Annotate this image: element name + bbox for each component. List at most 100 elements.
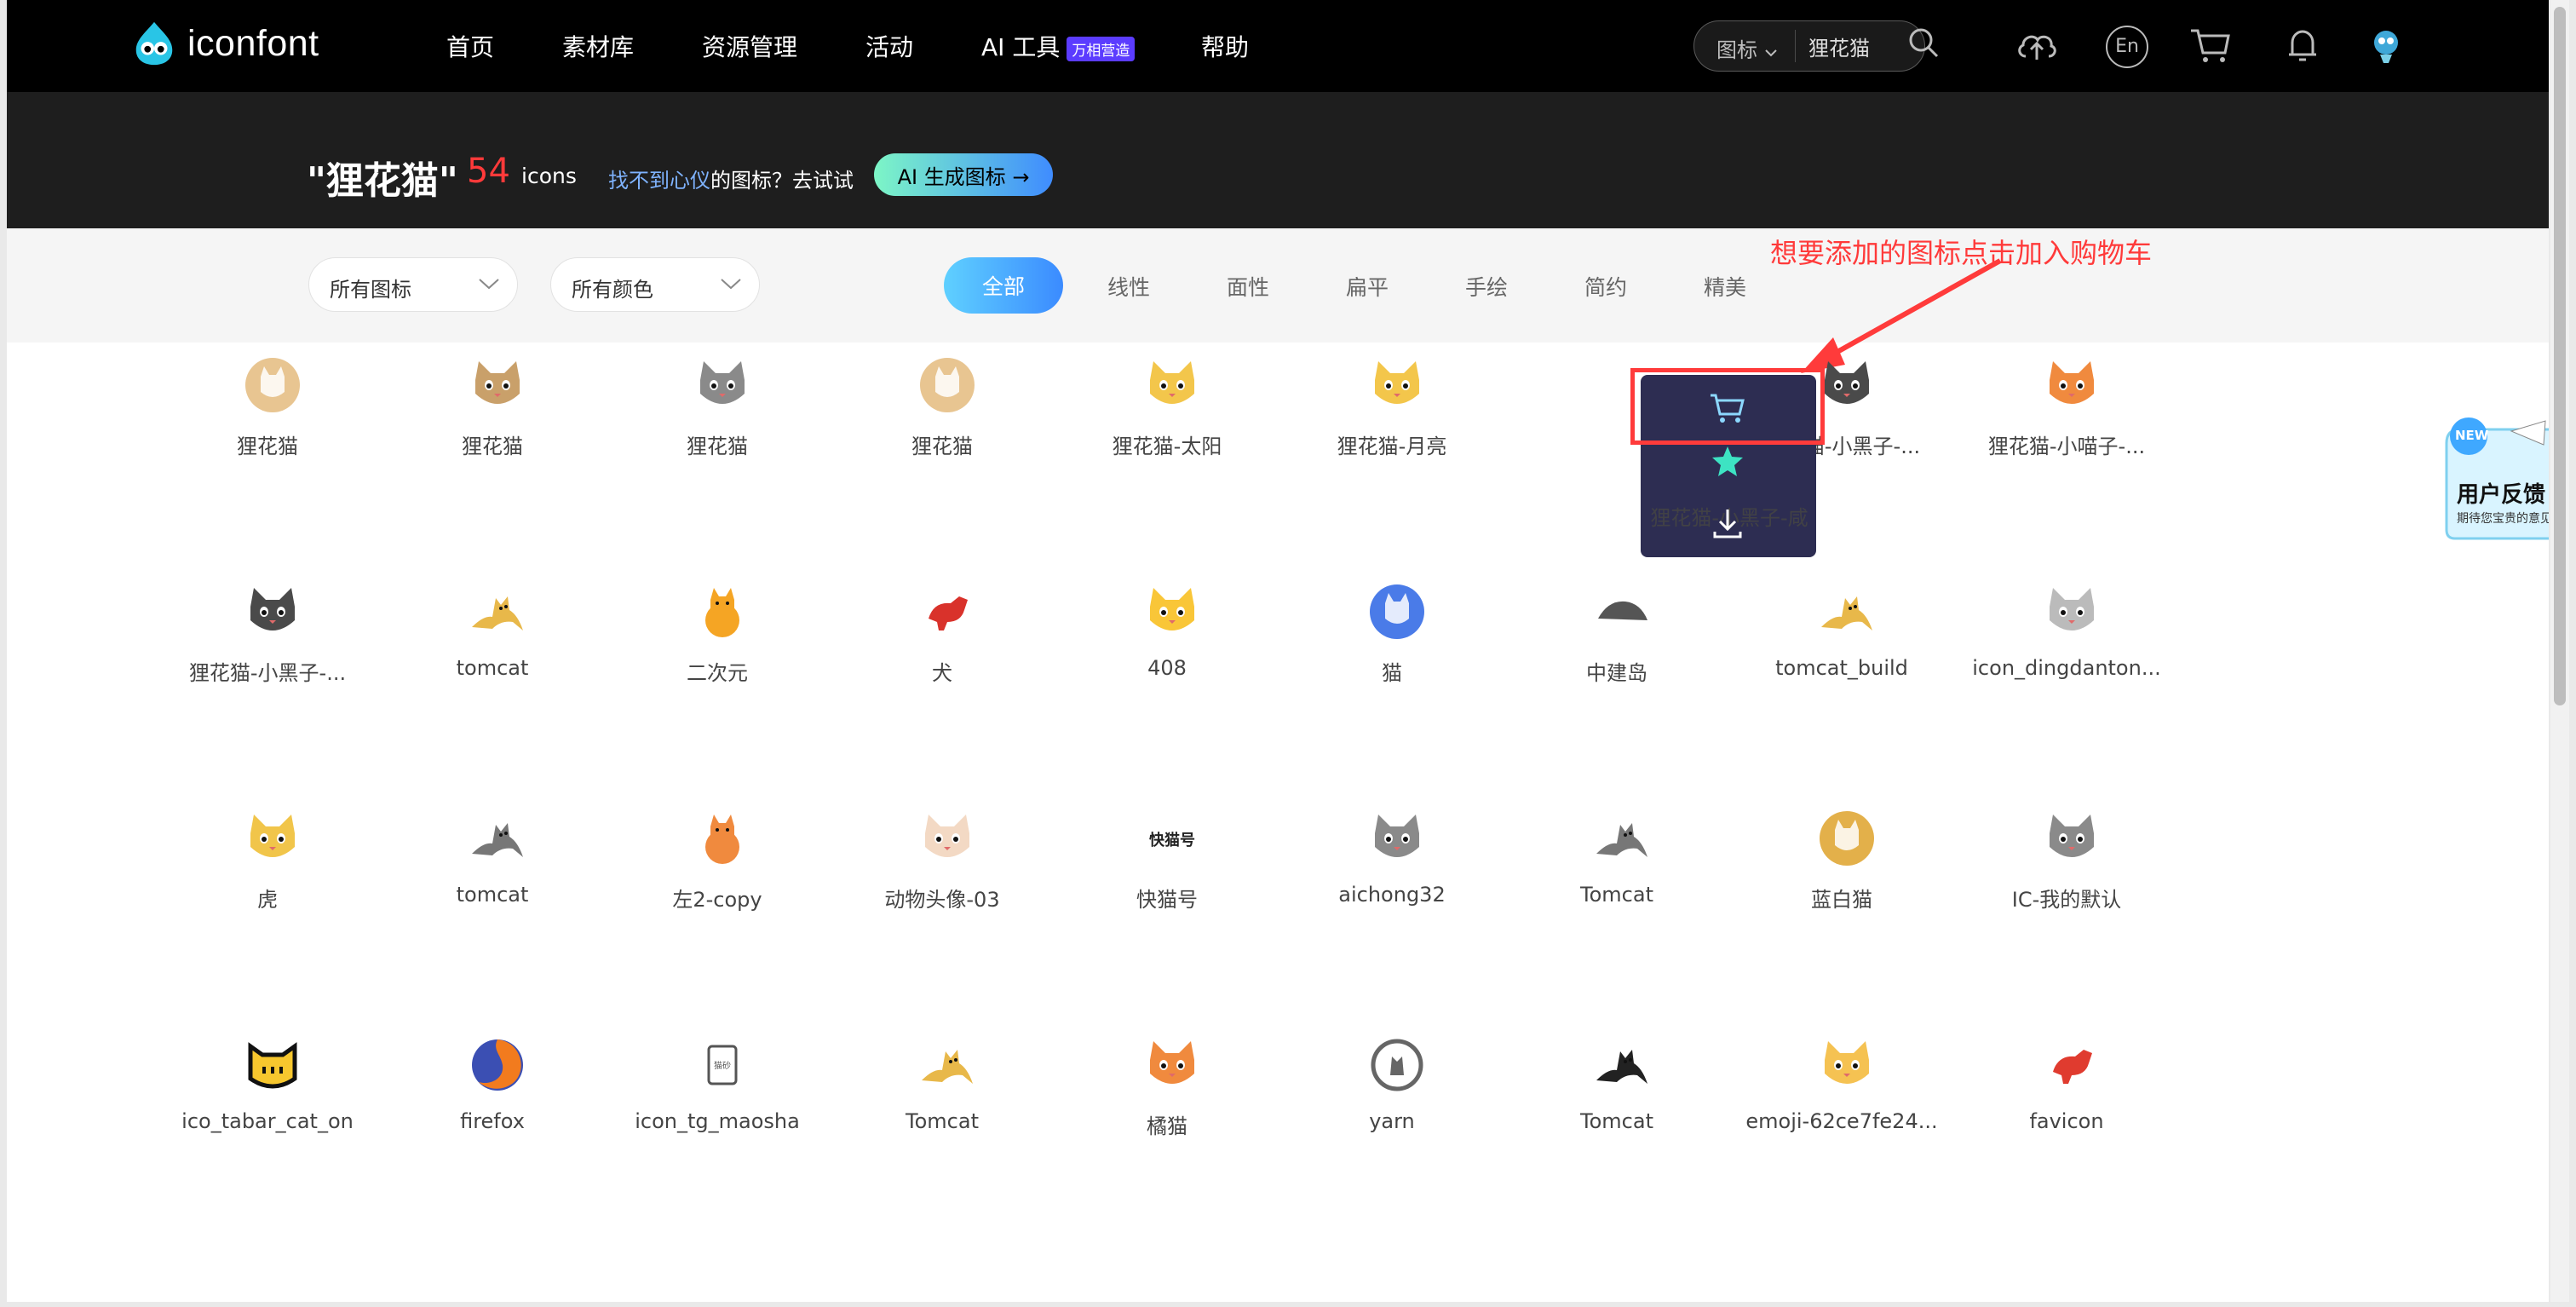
icon-card[interactable]: 犬 [830,538,1055,760]
icon-card-label: 狸花猫-月亮 [1337,435,1447,458]
upload-cloud-icon[interactable] [2014,22,2060,68]
top-navigation: iconfont 首页 素材库 资源管理 活动 AI 工具 万相营造 帮助 图标 … [7,0,2549,92]
language-icon[interactable]: En [2106,26,2148,68]
icon-card[interactable]: ico_tabar_cat_on [155,992,380,1213]
icon-card-label: tomcat [456,656,529,680]
icon-card[interactable]: favicon [1954,992,2179,1213]
icon-card[interactable]: icon_dingdanton... [1954,538,2179,760]
download-icon[interactable] [1711,506,1745,540]
icon-card[interactable]: 狸花猫-小喵子-... [1954,312,2179,533]
icon-card[interactable]: Tomcat [1504,765,1729,987]
scrollbar-thumb[interactable] [2554,7,2566,705]
app-window: iconfont 首页 素材库 资源管理 活动 AI 工具 万相营造 帮助 图标 … [7,0,2549,1302]
nav-help[interactable]: 帮助 [1201,29,1249,63]
icon-card-label: 猫 [1382,661,1402,685]
feedback-widget[interactable]: NEW 用户反馈 期待您宝贵的意见 [2443,414,2549,540]
icon-card[interactable]: Tomcat [830,992,1055,1213]
cat-face-round-icon [920,358,975,412]
bell-icon[interactable] [2280,22,2326,68]
tab-fill[interactable]: 面性 [1227,271,1269,302]
tab-handdrawn[interactable]: 手绘 [1465,271,1508,302]
icon-card-label: 橘猫 [1147,1114,1187,1138]
nav-resources[interactable]: 资源管理 [702,29,797,63]
icon-card[interactable]: emoji-62ce7fe24... [1729,992,1954,1213]
feedback-subtitle: 期待您宝贵的意见 [2457,512,2549,526]
ai-badge: 万相营造 [1067,36,1136,61]
search-type-select[interactable]: 图标 [1716,33,1778,63]
icon-card[interactable]: 狸花猫 [830,312,1055,533]
icon-card[interactable]: 蓝白猫 [1729,765,1954,987]
icon-card[interactable]: 动物头像-03 [830,765,1055,987]
tab-fine[interactable]: 精美 [1704,271,1746,302]
chevron-down-icon [721,279,741,290]
cart-cat-icon [2050,588,2094,630]
icon-card[interactable]: Tomcat [1504,992,1729,1213]
kuaimao-text-icon: 快猫号 [1149,831,1195,849]
icon-card-label: 狸花猫-小黑子-... [188,661,347,685]
icon-card[interactable]: firefox [380,992,605,1213]
icon-card[interactable]: tomcat [380,538,605,760]
icon-card[interactable]: 左2-copy [605,765,830,987]
icon-card-label: 动物头像-03 [884,888,1000,912]
nav-ai-tools[interactable]: AI 工具 万相营造 [981,29,1136,63]
language-label: En [2115,36,2139,57]
icon-card-label: aichong32 [1338,883,1446,907]
icon-card[interactable]: 二次元 [605,538,830,760]
tomcat-icon [922,1050,973,1084]
tab-line[interactable]: 线性 [1107,271,1150,302]
icon-card-label: 蓝白猫 [1811,888,1872,912]
search-input[interactable] [1807,32,1887,60]
ai-hint-rest: 的图标？去试试 [710,169,854,193]
icon-card[interactable]: 橘猫 [1055,992,1279,1213]
icon-card[interactable]: 猫 [1279,538,1504,760]
yellow-cat-outline-icon [248,1042,297,1089]
icon-card[interactable]: IC-我的默认 [1954,765,2179,987]
nav-activity[interactable]: 活动 [865,29,913,63]
icon-card-label: 狸花猫 [911,435,973,458]
icon-card[interactable]: tomcat_build [1729,538,1954,760]
icon-card-label: 狸花猫 [237,435,298,458]
yellow-cat-emoji-icon [1825,1041,1869,1084]
icon-card[interactable]: 虎 [155,765,380,987]
icon-card[interactable]: yarn [1279,992,1504,1213]
tab-flat[interactable]: 扁平 [1346,271,1389,302]
icon-card[interactable]: 快猫号 快猫号 [1055,765,1279,987]
color-dropdown[interactable]: 所有颜色 [550,257,760,312]
ai-generate-button[interactable]: AI 生成图标 → [874,153,1053,196]
icon-card[interactable]: 狸花猫 [155,312,380,533]
icon-card-label: yarn [1369,1109,1415,1133]
icon-card[interactable]: 狸花猫-太阳 [1055,312,1279,533]
orange-cat-ball-icon [705,815,739,864]
tomcat-icon [472,596,523,630]
logo[interactable]: iconfont [129,19,319,68]
icon-card[interactable]: 中建岛 [1504,538,1729,760]
tomcat-icon [1821,596,1872,630]
icon-card[interactable]: 狸花猫 [380,312,605,533]
nav-library[interactable]: 素材库 [562,29,634,63]
icon-card[interactable]: tomcat [380,765,605,987]
icon-card[interactable]: 408 [1055,538,1279,760]
gray-cat-face-icon [1375,815,1419,857]
ai-hint-text: 找不到心仪的图标？去试试 [608,164,854,193]
icon-card[interactable]: 狸花猫-月亮 [1279,312,1504,533]
icon-card[interactable]: 狸花猫-小黑子-... [155,538,380,760]
island-icon [1598,601,1647,620]
icon-card[interactable]: 猫砂 icon_tg_maosha [605,992,830,1213]
avatar[interactable] [2363,22,2409,68]
search-type-label: 图标 [1716,38,1757,62]
search-icon[interactable] [1906,26,1941,60]
icon-card[interactable]: aichong32 [1279,765,1504,987]
tab-simple[interactable]: 简约 [1584,271,1627,302]
icon-card-label: 中建岛 [1586,661,1647,685]
svg-text:猫砂: 猫砂 [714,1060,731,1071]
tab-all[interactable]: 全部 [944,257,1063,314]
icon-card-label: ico_tabar_cat_on [181,1109,354,1133]
favorite-star-icon[interactable] [1709,443,1746,481]
cart-icon[interactable] [2188,22,2234,68]
color-label: 所有颜色 [572,278,653,302]
nav-home[interactable]: 首页 [446,29,494,63]
icon-type-dropdown[interactable]: 所有图标 [308,257,518,312]
icon-card-label: 狸花猫-小喵子-... [1987,435,2146,458]
icon-card[interactable]: 狸花猫 [605,312,830,533]
nav-ai-tools-label: AI 工具 [981,33,1061,61]
